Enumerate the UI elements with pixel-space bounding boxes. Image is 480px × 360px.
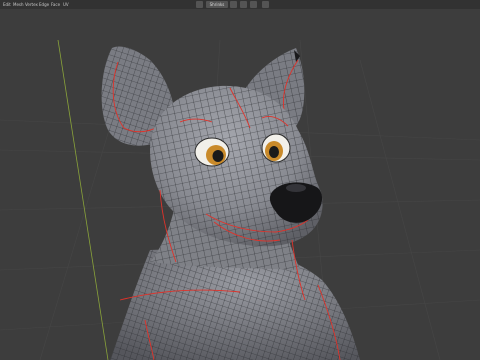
y-axis-line [57, 39, 109, 360]
proportional-edit-button[interactable] [250, 1, 257, 8]
menu-edge[interactable]: Edge [38, 0, 50, 9]
menu-face[interactable]: Face [50, 0, 61, 9]
fox-eye-right[interactable] [261, 133, 291, 163]
menu-uv[interactable]: UV [62, 0, 70, 9]
menu-edit[interactable]: Edit [2, 0, 12, 9]
pivot-point-button[interactable] [230, 1, 237, 8]
menu-vertex[interactable]: Vertex [24, 0, 39, 9]
menu-mesh[interactable]: Mesh [12, 0, 25, 9]
shading-mode-dropdown[interactable]: Shrinks [206, 1, 228, 8]
3d-viewport[interactable]: Edit Mesh Vertex Edge Face UV Shrinks [0, 0, 480, 360]
overlay-button[interactable] [262, 1, 269, 8]
viewport-header: Edit Mesh Vertex Edge Face UV Shrinks [0, 0, 480, 9]
snap-button[interactable] [240, 1, 247, 8]
fox-eye-left[interactable] [194, 137, 230, 167]
transform-orientation-button[interactable] [196, 1, 203, 8]
